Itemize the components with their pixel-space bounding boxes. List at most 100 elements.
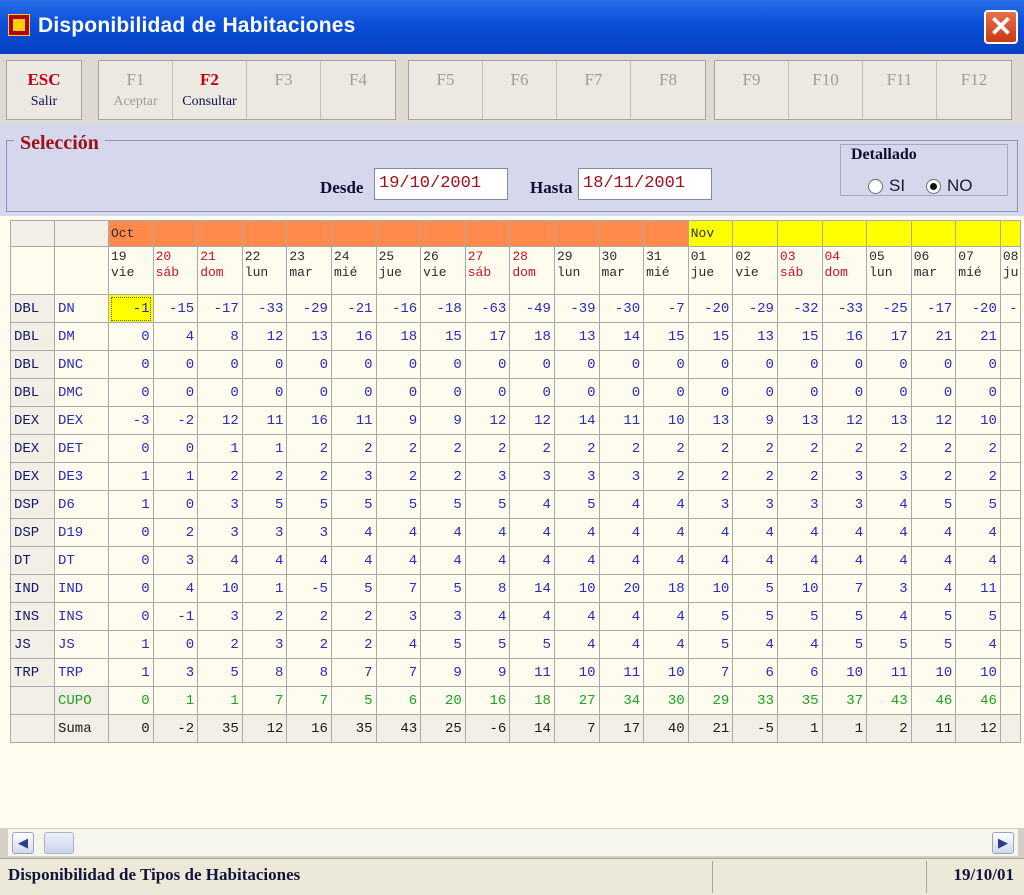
toolbar-button-f1[interactable]: F1 Aceptar bbox=[99, 61, 173, 119]
availability-cell[interactable]: 17 bbox=[866, 322, 912, 351]
availability-cell[interactable]: 4 bbox=[509, 546, 555, 575]
availability-cell[interactable]: 10 bbox=[955, 406, 1001, 435]
availability-cell[interactable]: 5 bbox=[732, 602, 778, 631]
cupo-cell[interactable]: 0 bbox=[108, 686, 154, 715]
detallado-no-radio[interactable]: NO bbox=[926, 176, 973, 196]
availability-cell[interactable]: 4 bbox=[375, 518, 422, 547]
availability-cell[interactable] bbox=[999, 518, 1022, 547]
availability-cell[interactable]: 1 bbox=[108, 630, 154, 659]
availability-cell[interactable]: 4 bbox=[598, 490, 645, 519]
availability-cell[interactable]: 0 bbox=[152, 378, 199, 407]
availability-cell[interactable]: 4 bbox=[687, 518, 734, 547]
availability-cell[interactable]: 4 bbox=[821, 518, 868, 547]
availability-cell[interactable]: 3 bbox=[197, 490, 243, 519]
arrow-right-icon[interactable]: ▶ bbox=[992, 832, 1014, 854]
availability-cell[interactable]: 7 bbox=[687, 658, 734, 687]
availability-cell[interactable]: 2 bbox=[197, 630, 243, 659]
availability-cell[interactable]: 8 bbox=[286, 658, 332, 687]
availability-cell[interactable]: 4 bbox=[464, 518, 511, 547]
cupo-cell[interactable]: 29 bbox=[687, 686, 734, 715]
availability-cell[interactable]: 4 bbox=[152, 322, 199, 351]
availability-cell[interactable]: 0 bbox=[687, 350, 734, 379]
availability-cell[interactable]: 5 bbox=[910, 490, 957, 519]
availability-cell[interactable]: 2 bbox=[286, 434, 332, 463]
toolbar-button-f9[interactable]: F9 bbox=[715, 61, 789, 119]
availability-cell[interactable]: 1 bbox=[108, 462, 154, 491]
availability-cell[interactable]: 2 bbox=[375, 434, 422, 463]
availability-cell[interactable]: 11 bbox=[955, 574, 1001, 603]
availability-cell[interactable]: 0 bbox=[955, 378, 1001, 407]
availability-cell[interactable]: 3 bbox=[241, 630, 288, 659]
availability-cell[interactable]: 2 bbox=[509, 434, 555, 463]
availability-cell[interactable]: 0 bbox=[108, 350, 154, 379]
horizontal-scrollbar[interactable]: ◀ ▶ bbox=[8, 828, 1018, 856]
availability-cell[interactable]: 4 bbox=[643, 518, 689, 547]
availability-cell[interactable]: 3 bbox=[598, 462, 645, 491]
availability-cell[interactable]: 4 bbox=[643, 546, 689, 575]
availability-cell[interactable]: 1 bbox=[152, 462, 199, 491]
availability-cell[interactable]: 3 bbox=[776, 490, 823, 519]
availability-cell[interactable]: 2 bbox=[286, 630, 332, 659]
availability-cell[interactable]: 0 bbox=[866, 378, 912, 407]
availability-cell[interactable]: 0 bbox=[910, 378, 957, 407]
availability-cell[interactable]: 4 bbox=[866, 490, 912, 519]
availability-cell[interactable]: -39 bbox=[553, 294, 600, 323]
availability-cell[interactable]: 1 bbox=[197, 434, 243, 463]
availability-cell[interactable]: 0 bbox=[420, 350, 466, 379]
availability-cell[interactable]: 2 bbox=[152, 518, 199, 547]
availability-cell[interactable]: -15 bbox=[152, 294, 199, 323]
toolbar-button-esc[interactable]: ESC Salir bbox=[7, 61, 81, 119]
availability-cell[interactable]: 0 bbox=[776, 350, 823, 379]
availability-cell[interactable]: 1 bbox=[241, 574, 288, 603]
cupo-cell[interactable]: 6 bbox=[375, 686, 422, 715]
availability-cell[interactable]: 2 bbox=[955, 462, 1001, 491]
availability-cell[interactable]: 4 bbox=[598, 518, 645, 547]
availability-cell[interactable]: 5 bbox=[866, 630, 912, 659]
toolbar-button-f5[interactable]: F5 bbox=[409, 61, 483, 119]
availability-cell[interactable]: 12 bbox=[464, 406, 511, 435]
availability-cell[interactable]: 7 bbox=[330, 658, 377, 687]
availability-cell[interactable]: 3 bbox=[241, 518, 288, 547]
availability-cell[interactable]: 10 bbox=[643, 406, 689, 435]
availability-cell[interactable]: 5 bbox=[687, 602, 734, 631]
availability-cell[interactable]: 3 bbox=[286, 518, 332, 547]
availability-cell[interactable]: 4 bbox=[509, 518, 555, 547]
availability-cell[interactable]: 4 bbox=[866, 546, 912, 575]
cupo-cell[interactable]: 34 bbox=[598, 686, 645, 715]
desde-date-field[interactable]: 19/10/2001 bbox=[374, 168, 508, 200]
availability-cell[interactable]: 5 bbox=[241, 490, 288, 519]
availability-cell[interactable]: 6 bbox=[732, 658, 778, 687]
availability-cell[interactable]: 0 bbox=[152, 490, 199, 519]
availability-cell[interactable]: 11 bbox=[598, 658, 645, 687]
availability-cell[interactable]: 5 bbox=[553, 490, 600, 519]
availability-cell[interactable]: 0 bbox=[509, 378, 555, 407]
availability-cell[interactable]: -1 bbox=[108, 294, 154, 323]
availability-cell[interactable]: -33 bbox=[241, 294, 288, 323]
availability-cell[interactable] bbox=[999, 322, 1022, 351]
availability-cell[interactable]: 11 bbox=[330, 406, 377, 435]
availability-cell[interactable]: 4 bbox=[687, 546, 734, 575]
cupo-cell[interactable]: 37 bbox=[821, 686, 868, 715]
availability-cell[interactable]: 1 bbox=[241, 434, 288, 463]
availability-cell[interactable]: 4 bbox=[197, 546, 243, 575]
cupo-cell[interactable]: 16 bbox=[464, 686, 511, 715]
availability-cell[interactable]: 2 bbox=[330, 434, 377, 463]
availability-cell[interactable]: 2 bbox=[776, 434, 823, 463]
availability-cell[interactable]: 4 bbox=[241, 546, 288, 575]
close-icon[interactable]: ✕ bbox=[984, 10, 1018, 44]
availability-cell[interactable]: -20 bbox=[955, 294, 1001, 323]
availability-cell[interactable]: 15 bbox=[643, 322, 689, 351]
availability-cell[interactable]: 10 bbox=[643, 658, 689, 687]
availability-cell[interactable]: 5 bbox=[955, 490, 1001, 519]
availability-cell[interactable]: 3 bbox=[821, 490, 868, 519]
availability-cell[interactable]: 2 bbox=[375, 462, 422, 491]
availability-cell[interactable]: 20 bbox=[598, 574, 645, 603]
availability-cell[interactable]: 5 bbox=[420, 630, 466, 659]
availability-cell[interactable]: 4 bbox=[553, 518, 600, 547]
availability-cell[interactable]: 16 bbox=[330, 322, 377, 351]
availability-cell[interactable]: 5 bbox=[420, 574, 466, 603]
availability-cell[interactable]: -49 bbox=[509, 294, 555, 323]
availability-cell[interactable]: 4 bbox=[152, 574, 199, 603]
availability-cell[interactable]: -17 bbox=[910, 294, 957, 323]
availability-cell[interactable]: 3 bbox=[152, 546, 199, 575]
